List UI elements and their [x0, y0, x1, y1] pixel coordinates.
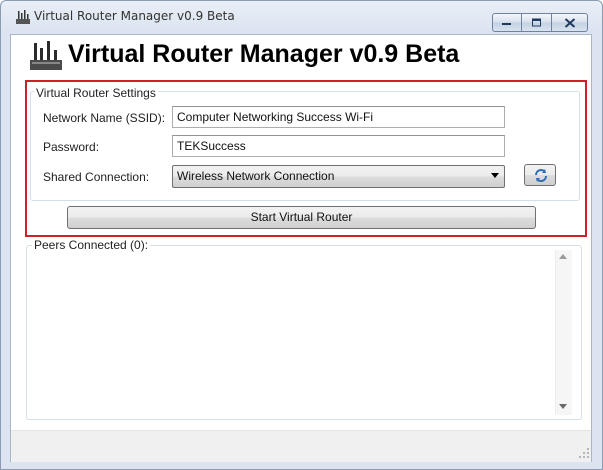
close-button[interactable] [552, 13, 588, 32]
chevron-down-icon [491, 173, 499, 178]
shared-connection-label: Shared Connection: [43, 170, 150, 184]
peers-list[interactable] [30, 249, 578, 416]
minimize-icon [502, 22, 511, 25]
minimize-button[interactable] [492, 13, 522, 32]
maximize-icon [531, 18, 541, 26]
ssid-label: Network Name (SSID): [43, 111, 166, 125]
shared-connection-value: Wireless Network Connection [177, 169, 335, 183]
wifi-router-icon [16, 10, 30, 24]
close-icon [564, 18, 575, 27]
refresh-icon [535, 169, 547, 182]
refresh-button[interactable] [524, 164, 556, 186]
main-panel: Virtual Router Manager v0.9 Beta Virtual… [10, 34, 592, 462]
app-window: Virtual Router Manager v0.9 Beta Virtual… [0, 0, 603, 470]
window-title: Virtual Router Manager v0.9 Beta [34, 9, 235, 23]
peers-scrollbar[interactable] [555, 250, 572, 415]
resize-grip-icon[interactable] [578, 447, 590, 459]
maximize-button[interactable] [522, 13, 552, 32]
shared-connection-select[interactable]: Wireless Network Connection [172, 165, 505, 188]
password-input[interactable]: TEKSuccess [172, 135, 505, 157]
page-title: Virtual Router Manager v0.9 Beta [68, 40, 460, 68]
scroll-up-icon[interactable] [559, 254, 567, 260]
title-bar[interactable]: Virtual Router Manager v0.9 Beta [1, 1, 602, 32]
start-router-button[interactable]: Start Virtual Router [67, 206, 536, 229]
settings-group-label: Virtual Router Settings [34, 86, 158, 100]
scroll-down-icon[interactable] [559, 404, 567, 410]
status-bar [11, 430, 591, 462]
wifi-router-icon [30, 41, 62, 70]
ssid-input[interactable]: Computer Networking Success Wi-Fi [172, 106, 505, 128]
password-label: Password: [43, 140, 100, 154]
